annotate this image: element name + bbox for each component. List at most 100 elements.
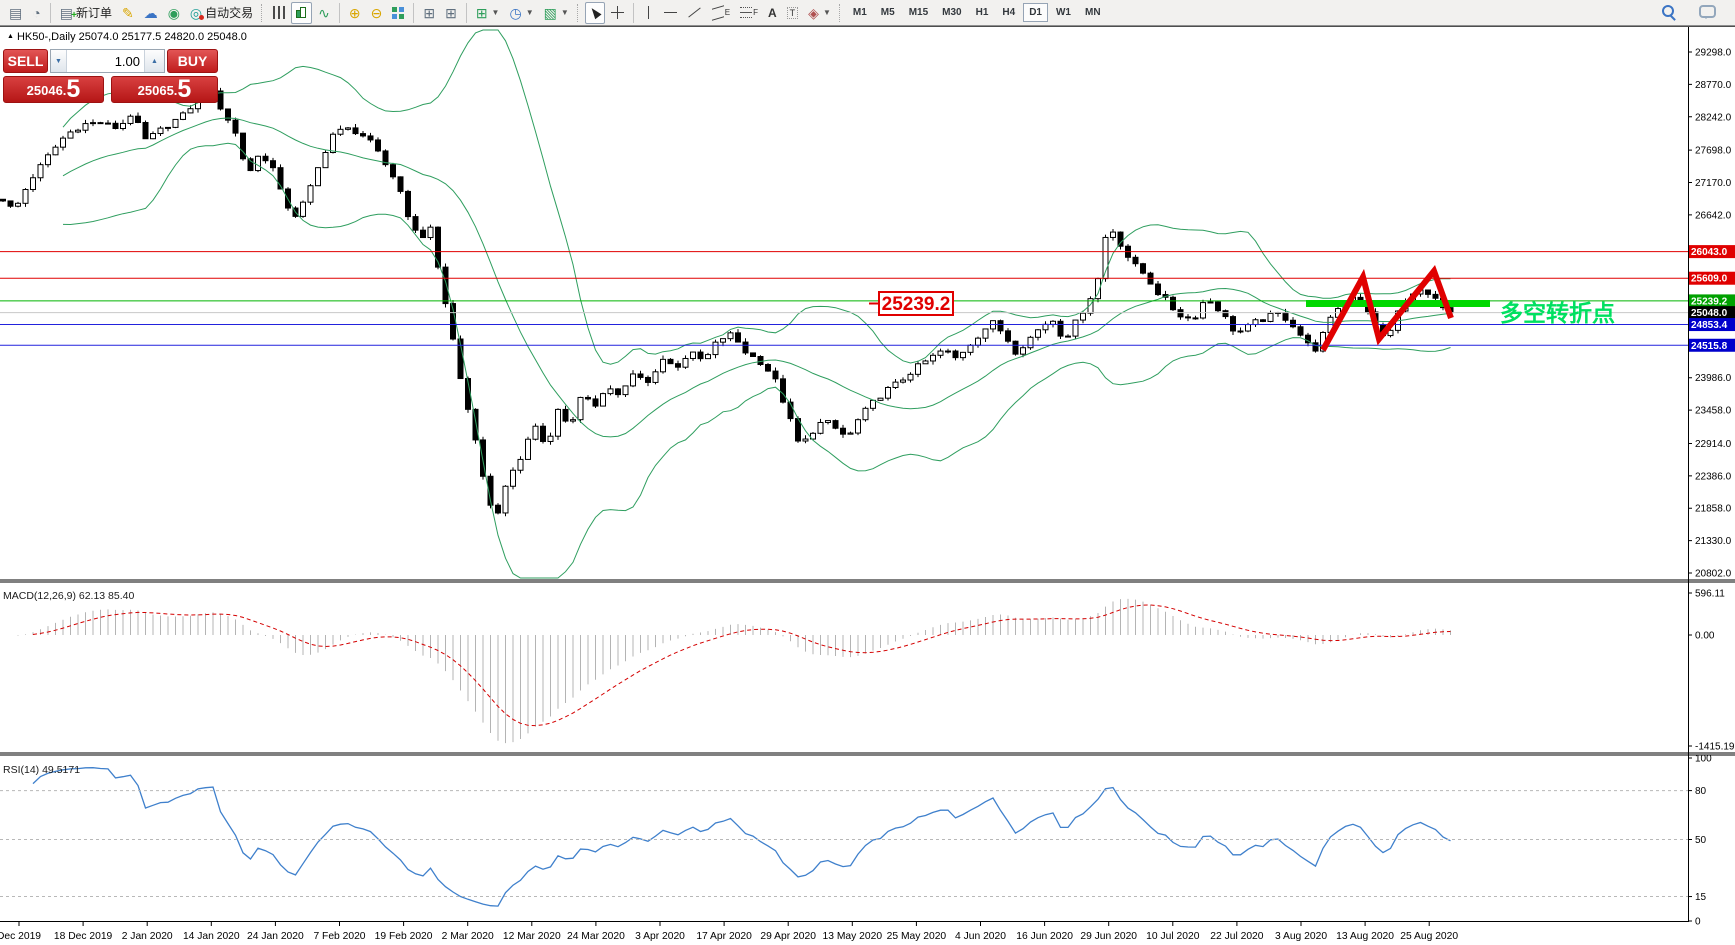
vertical-line-tool-button[interactable] <box>639 2 658 24</box>
bars-icon <box>273 6 286 19</box>
line-chart-button[interactable]: ∿ <box>314 2 334 24</box>
svg-text:13 Aug 2020: 13 Aug 2020 <box>1336 931 1394 942</box>
svg-text:24853.4: 24853.4 <box>1691 320 1728 331</box>
macd-panel: 596.11 0.00 -1415.19 <box>17 589 1735 753</box>
fibonacci-tool-button[interactable]: F <box>736 2 762 24</box>
svg-text:13 May 2020: 13 May 2020 <box>823 931 883 942</box>
tab-w1[interactable]: W1 <box>1050 3 1077 22</box>
template-button[interactable]: ▧ ▼ <box>540 2 573 24</box>
svg-text:27698.0: 27698.0 <box>1695 146 1732 157</box>
svg-text:25609.0: 25609.0 <box>1691 274 1728 285</box>
text-label-tool-button[interactable]: T <box>783 2 803 24</box>
new-order-label: 新订单 <box>75 6 112 20</box>
svg-text:3 Apr 2020: 3 Apr 2020 <box>635 931 685 942</box>
toolbar: ▤ ◔ ▤ + 新订单 ✎ ☁ ◉ ◎ 自动交易 ∿ ⊕ ⊖ ⊞ ⊞ ⊞ ▼ ◷ ▼ … <box>0 0 1735 26</box>
svg-text:26642.0: 26642.0 <box>1695 210 1732 221</box>
trendline-icon <box>688 7 701 18</box>
metaeditor-button[interactable]: ✎ <box>118 2 138 24</box>
bar-chart-button[interactable] <box>269 2 289 24</box>
svg-text:16 Jun 2020: 16 Jun 2020 <box>1016 931 1073 942</box>
fibonacci-letter: F <box>753 8 758 17</box>
line-chart-icon: ∿ <box>318 4 330 21</box>
price-callout-text: 25239.2 <box>882 294 951 315</box>
horizontal-line-tool-button[interactable] <box>660 2 681 24</box>
tester-button[interactable]: ◔ <box>28 2 44 24</box>
svg-text:29 Jun 2020: 29 Jun 2020 <box>1080 931 1137 942</box>
chevron-down-icon: ▼ <box>822 8 831 17</box>
new-order-icon: ▤ + <box>59 4 77 21</box>
add-indicator-icon: ⊞ <box>475 4 488 21</box>
arrows-tool-button[interactable]: ◈ ▼ <box>804 2 835 24</box>
toolbar-separator <box>632 2 634 23</box>
volume-decrease-button[interactable]: ▼ <box>51 50 67 72</box>
svg-text:19 Feb 2020: 19 Feb 2020 <box>375 931 433 942</box>
svg-text:25239.2: 25239.2 <box>1691 296 1728 307</box>
candlestick-chart-button[interactable] <box>291 1 313 24</box>
sell-price-box[interactable]: 25046. 5 <box>3 76 104 103</box>
autotrading-button[interactable]: ◎ 自动交易 <box>186 2 257 24</box>
sell-button[interactable]: SELL <box>3 49 48 73</box>
toolbar-separator <box>465 2 467 23</box>
volume-increase-button[interactable]: ▲ <box>144 50 164 72</box>
svg-text:29298.0: 29298.0 <box>1695 48 1732 59</box>
zoom-out-button[interactable]: ⊖ <box>367 2 387 24</box>
signals-button[interactable]: ◉ <box>164 2 184 24</box>
svg-text:21858.0: 21858.0 <box>1695 504 1732 515</box>
svg-text:29 Apr 2020: 29 Apr 2020 <box>760 931 816 942</box>
macd-indicator-label: MACD(12,26,9) 62.13 85.40 <box>3 590 135 602</box>
terminal-button[interactable]: ▤ <box>5 2 26 24</box>
buy-button[interactable]: BUY <box>167 49 218 73</box>
zigzag-drawing <box>1320 264 1454 352</box>
symbol-info-text: HK50-,Daily 25074.0 25177.5 24820.0 2504… <box>16 31 247 43</box>
tab-m5[interactable]: M5 <box>875 3 901 22</box>
period-button[interactable]: ◷ ▼ <box>505 2 537 24</box>
candlestick-series <box>0 87 1454 517</box>
add-indicator-button[interactable]: ⊞ ▼ <box>472 2 504 24</box>
toolbar-separator <box>338 2 340 23</box>
svg-text:27170.0: 27170.0 <box>1695 178 1732 189</box>
text-tool-button[interactable]: A <box>764 2 781 24</box>
cursor-tool-button[interactable] <box>584 1 605 24</box>
tile-windows-button[interactable] <box>388 2 408 24</box>
volume-input[interactable]: 1.00 <box>67 50 144 72</box>
crosshair-icon <box>610 6 624 19</box>
channel-tool-button[interactable]: E <box>708 2 734 24</box>
bollinger-bands <box>62 29 1451 579</box>
tab-h1[interactable]: H1 <box>970 3 995 22</box>
tab-m15[interactable]: M15 <box>903 3 934 22</box>
period-icon: ◷ <box>509 4 522 21</box>
zoom-in-button[interactable]: ⊕ <box>345 2 365 24</box>
tab-m1[interactable]: M1 <box>847 3 873 22</box>
search-button[interactable] <box>1658 2 1681 24</box>
chevron-down-icon: ▼ <box>491 8 500 17</box>
tile-windows-icon <box>392 6 405 19</box>
tester-icon: ◔ <box>32 4 41 21</box>
tab-m30[interactable]: M30 <box>936 3 967 22</box>
community-icon: ☁ <box>143 4 158 21</box>
terminal-icon: ▤ <box>9 4 23 21</box>
new-order-button[interactable]: ▤ + 新订单 <box>56 2 116 24</box>
tab-mn[interactable]: MN <box>1079 3 1107 22</box>
tab-d1[interactable]: D1 <box>1023 3 1048 22</box>
buy-price-pip: 5 <box>177 75 192 103</box>
indicator-list-button[interactable]: ⊞ <box>419 2 439 24</box>
turning-point-bar <box>1306 300 1490 307</box>
zoom-out-icon: ⊖ <box>370 4 383 21</box>
svg-text:-1415.19: -1415.19 <box>1695 742 1735 753</box>
buy-price-box[interactable]: 25065. 5 <box>111 76 218 103</box>
chat-button[interactable] <box>1695 2 1720 24</box>
svg-text:80: 80 <box>1695 786 1707 797</box>
trendline-tool-button[interactable] <box>683 2 706 24</box>
chart-canvas[interactable]: 26043.025609.025239.225048.024853.424515… <box>0 0 1735 945</box>
volume-spinner: ▼ 1.00 ▲ <box>50 49 165 73</box>
svg-text:50: 50 <box>1695 835 1707 846</box>
tab-h4[interactable]: H4 <box>996 3 1021 22</box>
crosshair-tool-button[interactable] <box>607 2 628 24</box>
turning-point-label: 多空转折点 <box>1500 300 1615 327</box>
collapse-arrow-icon[interactable]: ▲ <box>7 33 14 40</box>
text-icon: A <box>768 5 777 20</box>
svg-text:2 Jan 2020: 2 Jan 2020 <box>122 931 173 942</box>
community-button[interactable]: ☁ <box>140 2 162 24</box>
objects-list-button[interactable]: ⊞ <box>441 2 461 24</box>
channel-icon <box>711 4 724 21</box>
